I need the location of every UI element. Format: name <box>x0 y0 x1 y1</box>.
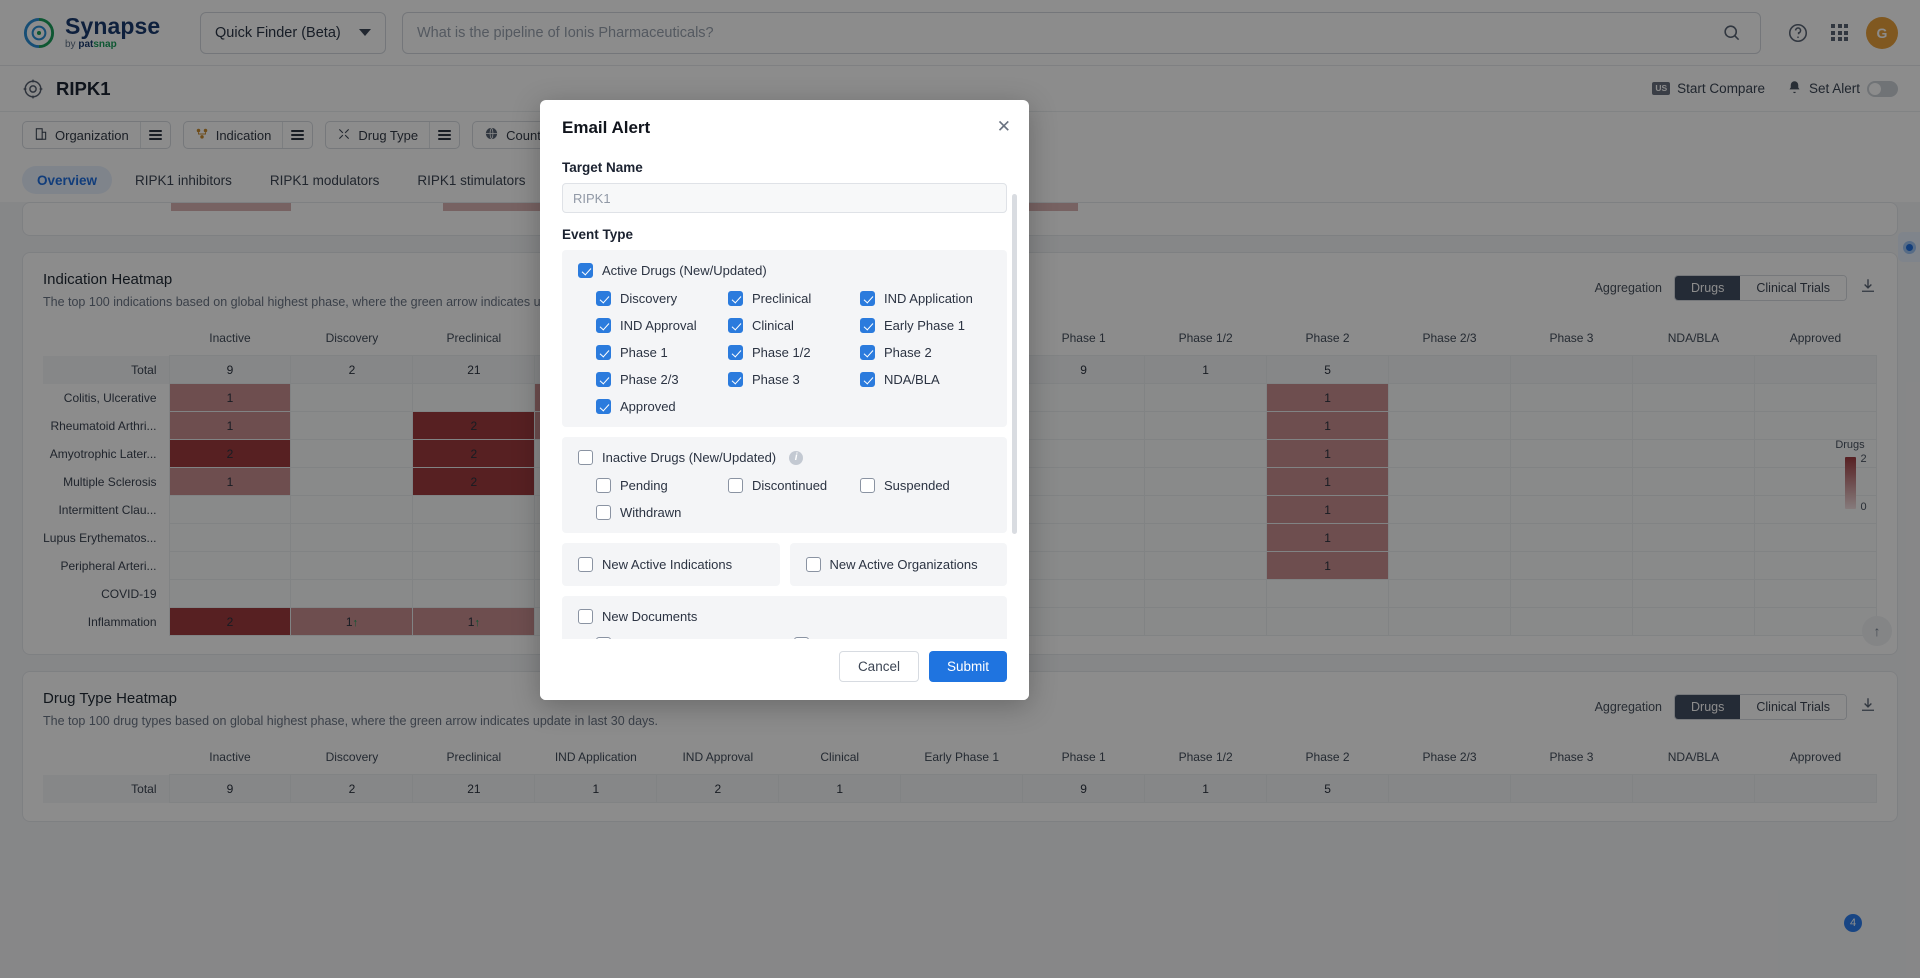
active-drug-option-checkbox[interactable] <box>728 372 743 387</box>
new-active-organizations-panel: New Active Organizations <box>789 543 1007 586</box>
active-drug-option-label: Phase 2/3 <box>620 372 679 387</box>
inactive-drug-option-checkbox[interactable] <box>728 478 743 493</box>
new-document-option-checkbox[interactable] <box>793 637 809 639</box>
inactive-drugs-options: Pending Discontinued Suspended Withdrawn <box>578 478 991 520</box>
active-drug-option-checkbox[interactable] <box>728 345 743 360</box>
inactive-drug-option-row[interactable]: Discontinued <box>728 478 860 493</box>
active-drug-option-row[interactable]: Preclinical <box>728 291 860 306</box>
active-drug-option-checkbox[interactable] <box>596 372 611 387</box>
target-name-label: Target Name <box>562 160 643 175</box>
dialog-footer: Cancel Submit <box>540 639 1029 700</box>
new-document-option-row[interactable]: Clinical Trials <box>596 637 794 639</box>
inactive-drugs-label: Inactive Drugs (New/Updated) <box>602 450 777 465</box>
active-drug-option-checkbox[interactable] <box>728 318 743 333</box>
active-drug-option-label: Phase 3 <box>752 372 800 387</box>
new-document-option-row[interactable]: Patents <box>793 637 992 639</box>
active-drug-option-row[interactable]: NDA/BLA <box>860 372 991 387</box>
active-drug-option-row[interactable]: Discovery <box>596 291 728 306</box>
new-active-organizations-label: New Active Organizations <box>829 557 978 572</box>
active-drug-option-checkbox[interactable] <box>596 399 611 414</box>
submit-button[interactable]: Submit <box>928 651 1007 682</box>
new-active-organizations-row[interactable]: New Active Organizations <box>805 557 992 572</box>
active-drug-option-checkbox[interactable] <box>596 345 611 360</box>
dialog-title: Email Alert <box>562 118 651 137</box>
inactive-drug-option-label: Discontinued <box>752 478 828 493</box>
new-active-organizations-checkbox[interactable] <box>805 557 821 572</box>
active-drug-option-label: IND Application <box>884 291 973 306</box>
active-drugs-options: Discovery Preclinical IND Application IND A… <box>578 291 991 414</box>
active-drugs-panel: Active Drugs (New/Updated) Discovery Prec… <box>562 250 1007 427</box>
dialog-scrollbar[interactable] <box>1012 194 1017 534</box>
inactive-drug-option-checkbox[interactable] <box>596 478 611 493</box>
new-active-indications-label: New Active Indications <box>602 557 733 572</box>
inactive-drugs-panel: Inactive Drugs (New/Updated) i Pending Di… <box>562 437 1007 533</box>
inactive-drug-option-row[interactable]: Withdrawn <box>596 505 728 520</box>
inactive-drugs-checkbox[interactable] <box>578 450 593 465</box>
inactive-drug-option-label: Withdrawn <box>620 505 682 520</box>
inactive-drug-option-row[interactable]: Suspended <box>860 478 991 493</box>
active-drug-option-label: Preclinical <box>752 291 812 306</box>
inactive-drug-option-label: Suspended <box>884 478 950 493</box>
active-drug-option-row[interactable]: IND Approval <box>596 318 728 333</box>
new-documents-options: Clinical Trials Patents <box>578 637 991 639</box>
active-drug-option-label: Phase 1 <box>620 345 668 360</box>
new-documents-row[interactable]: New Documents <box>578 609 991 624</box>
inactive-drug-option-checkbox[interactable] <box>860 478 875 493</box>
active-drug-option-checkbox[interactable] <box>860 318 875 333</box>
new-documents-panel: New Documents Clinical Trials Patents <box>562 596 1007 639</box>
active-drug-option-label: IND Approval <box>620 318 697 333</box>
new-document-option-label: Patents <box>818 637 862 639</box>
active-drug-option-row[interactable]: Phase 2/3 <box>596 372 728 387</box>
info-icon[interactable]: i <box>789 450 804 465</box>
active-drugs-label: Active Drugs (New/Updated) <box>602 263 767 278</box>
active-drug-option-row[interactable]: Phase 1 <box>596 345 728 360</box>
active-drug-option-label: Discovery <box>620 291 678 306</box>
active-drug-option-label: Phase 1/2 <box>752 345 811 360</box>
active-drug-option-row[interactable]: Early Phase 1 <box>860 318 991 333</box>
event-type-label: Event Type <box>562 227 634 242</box>
dialog-header: Email Alert ✕ <box>540 100 1029 144</box>
active-drug-option-label: NDA/BLA <box>884 372 940 387</box>
active-drug-option-row[interactable]: Approved <box>596 399 728 414</box>
new-entities-row: New Active Indications New Active Organi… <box>562 543 1007 586</box>
new-active-indications-checkbox[interactable] <box>578 557 593 572</box>
inactive-drug-option-checkbox[interactable] <box>596 505 611 520</box>
active-drug-option-checkbox[interactable] <box>596 291 611 306</box>
target-name-input[interactable]: RIPK1 <box>562 183 1007 213</box>
new-active-indications-panel: New Active Indications <box>562 543 780 586</box>
active-drug-option-label: Early Phase 1 <box>884 318 965 333</box>
new-documents-label: New Documents <box>602 609 698 624</box>
active-drug-option-checkbox[interactable] <box>728 291 743 306</box>
new-active-indications-row[interactable]: New Active Indications <box>578 557 764 572</box>
active-drugs-checkbox[interactable] <box>578 263 593 278</box>
active-drug-option-row[interactable]: Phase 2 <box>860 345 991 360</box>
active-drugs-checkbox-row[interactable]: Active Drugs (New/Updated) <box>578 263 991 278</box>
active-drug-option-checkbox[interactable] <box>860 291 875 306</box>
active-drug-option-row[interactable]: IND Application <box>860 291 991 306</box>
active-drug-option-label: Phase 2 <box>884 345 932 360</box>
active-drug-option-row[interactable]: Phase 3 <box>728 372 860 387</box>
dialog-body[interactable]: Target Name RIPK1 Event Type Active Drug… <box>540 144 1029 639</box>
inactive-drugs-checkbox-row[interactable]: Inactive Drugs (New/Updated) i <box>578 450 991 465</box>
active-drug-option-checkbox[interactable] <box>860 345 875 360</box>
active-drug-option-checkbox[interactable] <box>860 372 875 387</box>
active-drug-option-row[interactable]: Clinical <box>728 318 860 333</box>
active-drug-option-label: Approved <box>620 399 676 414</box>
active-drug-option-checkbox[interactable] <box>596 318 611 333</box>
inactive-drug-option-label: Pending <box>620 478 668 493</box>
inactive-drug-option-row[interactable]: Pending <box>596 478 728 493</box>
active-drug-option-label: Clinical <box>752 318 794 333</box>
cancel-button[interactable]: Cancel <box>838 651 919 682</box>
close-icon[interactable]: ✕ <box>997 118 1011 135</box>
email-alert-dialog: Email Alert ✕ Target Name RIPK1 Event Ty… <box>540 100 1029 700</box>
target-name-value: RIPK1 <box>573 190 611 206</box>
new-documents-checkbox[interactable] <box>578 609 593 624</box>
active-drug-option-row[interactable]: Phase 1/2 <box>728 345 860 360</box>
new-document-option-label: Clinical Trials <box>620 637 697 639</box>
new-document-option-checkbox[interactable] <box>596 637 611 639</box>
